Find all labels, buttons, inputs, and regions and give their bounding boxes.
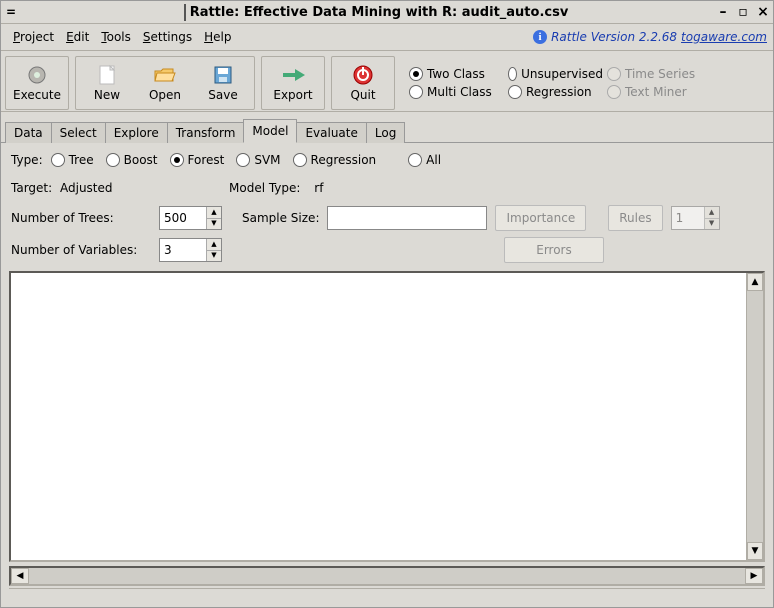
gear-run-icon [25, 64, 49, 86]
model-type-value: rf [314, 181, 323, 195]
radio-unsupervised[interactable]: Unsupervised [508, 67, 603, 81]
info-icon: i [533, 30, 547, 44]
radio-multi-class[interactable]: Multi Class [409, 85, 504, 99]
open-button[interactable]: Open [136, 61, 194, 105]
quit-button[interactable]: Quit [334, 61, 392, 105]
target-label: Target: [11, 181, 52, 195]
num-trees-input[interactable]: ▲▼ [159, 206, 222, 230]
radio-type-regression[interactable]: Regression [293, 153, 377, 167]
vertical-scrollbar[interactable]: ▲ ▼ [746, 273, 763, 560]
rules-value-field [672, 207, 704, 229]
sample-size-label: Sample Size: [242, 211, 319, 225]
type-label: Type: [11, 153, 43, 167]
menu-project[interactable]: Project [7, 28, 60, 46]
app-window-icon [184, 4, 186, 21]
window-iconify-left-icon[interactable]: = [5, 6, 17, 18]
export-arrow-icon [281, 64, 305, 86]
tab-select[interactable]: Select [51, 122, 106, 143]
execute-button[interactable]: Execute [8, 61, 66, 105]
hscroll-track[interactable] [29, 568, 745, 584]
menu-bar: Project Edit Tools Settings Help i Rattl… [1, 24, 773, 51]
status-bar [9, 588, 765, 603]
menu-settings[interactable]: Settings [137, 28, 198, 46]
num-vars-label: Number of Variables: [11, 243, 151, 257]
rules-up: ▲ [705, 207, 719, 219]
errors-button: Errors [504, 237, 604, 263]
output-text[interactable] [11, 273, 746, 560]
num-trees-label: Number of Trees: [11, 211, 151, 225]
horizontal-scrollbar[interactable]: ◀ ▶ [9, 566, 765, 586]
radio-regression[interactable]: Regression [508, 85, 603, 99]
tab-bar: Data Select Explore Transform Model Eval… [1, 112, 773, 143]
minimize-button[interactable]: – [717, 6, 729, 18]
target-value: Adjusted [60, 181, 113, 195]
radio-two-class[interactable]: Two Class [409, 67, 504, 81]
radio-type-forest[interactable]: Forest [170, 153, 225, 167]
num-vars-down[interactable]: ▼ [207, 251, 221, 262]
radio-time-series: Time Series [607, 67, 702, 81]
tab-transform[interactable]: Transform [167, 122, 245, 143]
menu-tools[interactable]: Tools [95, 28, 137, 46]
version-text: Rattle Version 2.2.68 [551, 30, 677, 44]
rules-value-input: ▲▼ [671, 206, 720, 230]
tab-data[interactable]: Data [5, 122, 52, 143]
maximize-button[interactable]: ▫ [737, 6, 749, 18]
model-type-label: Model Type: [229, 181, 300, 195]
tab-model[interactable]: Model [243, 119, 297, 143]
new-button[interactable]: New [78, 61, 136, 105]
window-title: Rattle: Effective Data Mining with R: au… [35, 5, 717, 20]
scroll-left-icon[interactable]: ◀ [11, 568, 29, 584]
num-trees-up[interactable]: ▲ [207, 207, 221, 219]
radio-type-svm[interactable]: SVM [236, 153, 280, 167]
scroll-right-icon[interactable]: ▶ [745, 568, 763, 584]
open-folder-icon [153, 64, 177, 86]
output-area: ▲ ▼ [9, 271, 765, 562]
num-trees-field[interactable] [160, 207, 206, 229]
tab-evaluate[interactable]: Evaluate [296, 122, 366, 143]
close-button[interactable]: × [757, 6, 769, 18]
save-button[interactable]: Save [194, 61, 252, 105]
model-panel: Type: Tree Boost Forest SVM Regression A… [1, 143, 773, 269]
num-trees-down[interactable]: ▼ [207, 219, 221, 230]
toolbar: Execute New Open Save [1, 51, 773, 112]
power-icon [351, 64, 375, 86]
scroll-track[interactable] [747, 291, 763, 542]
num-vars-input[interactable]: ▲▼ [159, 238, 222, 262]
scroll-up-icon[interactable]: ▲ [747, 273, 763, 291]
sample-size-field[interactable] [328, 207, 494, 229]
save-floppy-icon [211, 64, 235, 86]
tab-log[interactable]: Log [366, 122, 405, 143]
radio-text-miner: Text Miner [607, 85, 702, 99]
scroll-down-icon[interactable]: ▼ [747, 542, 763, 560]
radio-type-boost[interactable]: Boost [106, 153, 158, 167]
sample-size-input[interactable] [327, 206, 487, 230]
version-link[interactable]: togaware.com [681, 30, 767, 44]
rules-button: Rules [608, 205, 662, 231]
num-vars-up[interactable]: ▲ [207, 239, 221, 251]
menu-help[interactable]: Help [198, 28, 237, 46]
radio-type-tree[interactable]: Tree [51, 153, 94, 167]
tab-explore[interactable]: Explore [105, 122, 168, 143]
num-vars-field[interactable] [160, 239, 206, 261]
importance-button: Importance [495, 205, 586, 231]
new-file-icon [95, 64, 119, 86]
radio-type-all[interactable]: All [408, 153, 441, 167]
rules-down: ▼ [705, 219, 719, 230]
export-button[interactable]: Export [264, 61, 322, 105]
menu-edit[interactable]: Edit [60, 28, 95, 46]
